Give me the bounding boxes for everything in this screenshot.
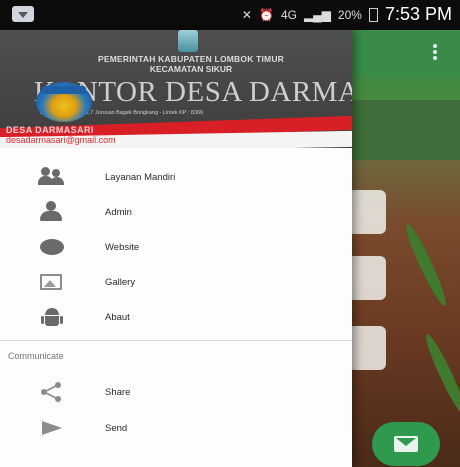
alarm-icon: ⏰ (258, 7, 274, 22)
background-tile[interactable] (348, 326, 386, 370)
background-tile[interactable] (348, 256, 386, 300)
account-name: DESA DARMASARI (6, 125, 94, 135)
header-line2: KECAMATAN SIKUR (149, 64, 233, 74)
people-icon (38, 167, 66, 187)
background-banner (350, 100, 460, 160)
menu-item-label: Share (105, 386, 131, 398)
menu-item-share[interactable]: Share (0, 375, 352, 409)
menu-item-label: Abaut (105, 311, 130, 323)
status-icons: ✕ ⏰ 4G ▂▄▆ 20% 7:53 PM (242, 4, 452, 25)
signal-icon: ▂▄▆ (303, 7, 331, 22)
menu-item-label: Send (105, 422, 128, 434)
menu-item-abaut[interactable]: Abaut (0, 300, 352, 334)
menu-item-label: Admin (105, 206, 132, 218)
signal-type: 4G (280, 7, 297, 22)
clock: 7:53 PM (384, 4, 452, 24)
section-title-communicate: Communicate (8, 351, 64, 361)
overflow-menu-icon[interactable] (432, 42, 438, 64)
person-icon (40, 201, 66, 223)
mute-icon: ✕ (241, 7, 252, 22)
menu-item-label: Layanan Mandiri (105, 171, 176, 183)
globe-icon (40, 239, 64, 255)
background-leaf (401, 221, 451, 309)
header-line1: PEMERINTAH KABUPATEN LOMBOK TIMUR (97, 54, 285, 64)
share-icon (40, 382, 66, 404)
send-icon (42, 421, 62, 435)
menu-item-gallery[interactable]: Gallery (0, 265, 352, 299)
background-leaf (421, 331, 460, 419)
notification-icon (12, 6, 34, 22)
account-email[interactable]: desadarmasari@gmail.com (6, 135, 116, 145)
android-icon (40, 308, 66, 330)
menu-item-label: Website (105, 241, 140, 253)
menu-item-admin[interactable]: Admin (0, 195, 352, 229)
section-divider (0, 340, 352, 341)
send-fab-button[interactable] (372, 422, 440, 466)
menu-item-layanan-mandiri[interactable]: Layanan Mandiri (0, 160, 352, 194)
navigation-drawer: PEMERINTAH KABUPATEN LOMBOK TIMUR KECAMA… (0, 30, 352, 467)
battery-icon (368, 7, 378, 22)
menu-item-label: Gallery (105, 276, 136, 288)
mail-icon (394, 436, 418, 452)
menu-item-send[interactable]: Send (0, 411, 352, 445)
background-tile[interactable] (348, 190, 386, 234)
battery-percent: 20% (337, 7, 362, 22)
district-logo (36, 82, 92, 122)
drawer-header: PEMERINTAH KABUPATEN LOMBOK TIMUR KECAMA… (0, 30, 352, 148)
image-icon (40, 274, 62, 290)
menu-item-website[interactable]: Website (0, 230, 352, 264)
emblem-icon (178, 30, 198, 52)
status-bar: ✕ ⏰ 4G ▂▄▆ 20% 7:53 PM (0, 0, 460, 30)
